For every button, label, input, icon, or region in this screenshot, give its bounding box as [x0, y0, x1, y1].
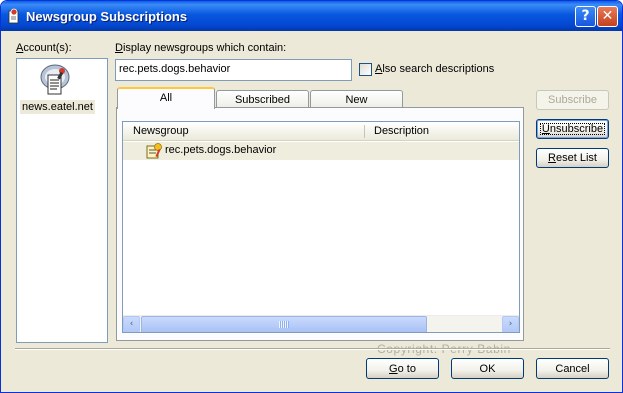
scroll-right-button[interactable]: › [502, 316, 519, 332]
newsgroup-filter-input[interactable]: rec.pets.dogs.behavior [115, 59, 352, 81]
tab-subscribed-label: Subscribed [234, 94, 291, 106]
go-to-button[interactable]: Go to [366, 358, 439, 379]
help-button[interactable]: ? [575, 6, 596, 27]
tab-all[interactable]: All [117, 87, 215, 109]
chevron-left-icon: ‹ [129, 319, 134, 329]
tab-new-label: New [345, 94, 368, 106]
news-server-icon [40, 64, 70, 95]
cancel-button[interactable]: Cancel [536, 358, 609, 379]
subscribed-newsgroup-icon [146, 143, 162, 159]
horizontal-scrollbar[interactable]: ‹ › [123, 315, 519, 332]
close-icon: ✕ [601, 8, 614, 24]
footer-divider [15, 348, 610, 350]
tab-panel-all: Newsgroup Description rec.pets.dogs.beha… [116, 107, 524, 341]
subscribe-button[interactable]: Subscribe [536, 90, 609, 110]
column-header-description[interactable]: Description [374, 125, 429, 137]
ok-button[interactable]: OK [451, 358, 524, 379]
filter-label: Display newsgroups which contain: [115, 42, 287, 54]
window-title: Newsgroup Subscriptions [26, 9, 188, 24]
scroll-left-button[interactable]: ‹ [123, 316, 140, 332]
account-name: news.eatel.net [20, 100, 95, 114]
also-search-descriptions-label[interactable]: Also search descriptions [375, 63, 494, 75]
close-button[interactable]: ✕ [597, 6, 618, 27]
column-divider[interactable] [364, 125, 365, 138]
unsubscribe-button[interactable]: Unsubscribe [536, 119, 609, 139]
scrollbar-grip-icon [279, 321, 289, 328]
newsgroup-app-icon [8, 8, 19, 24]
also-search-descriptions-checkbox[interactable] [359, 63, 372, 76]
newsgroup-list[interactable]: Newsgroup Description rec.pets.dogs.beha… [122, 121, 520, 333]
scrollbar-thumb[interactable] [141, 316, 427, 332]
list-item[interactable]: rec.pets.dogs.behavior [123, 142, 519, 160]
help-icon: ? [581, 8, 590, 24]
tab-all-label: All [159, 92, 173, 104]
accounts-list[interactable]: news.eatel.net [16, 58, 108, 343]
newsgroup-name: rec.pets.dogs.behavior [165, 144, 277, 156]
title-bar[interactable]: Newsgroup Subscriptions ? ✕ [1, 1, 622, 31]
newsgroup-subscriptions-dialog: Newsgroup Subscriptions ? ✕ Account(s): … [0, 0, 623, 393]
chevron-right-icon: › [508, 319, 513, 329]
list-header: Newsgroup Description [123, 122, 519, 141]
column-header-newsgroup[interactable]: Newsgroup [133, 125, 189, 137]
accounts-label: Account(s): [16, 42, 72, 54]
focus-ring [540, 123, 605, 135]
reset-list-button[interactable]: Reset List [536, 148, 609, 168]
